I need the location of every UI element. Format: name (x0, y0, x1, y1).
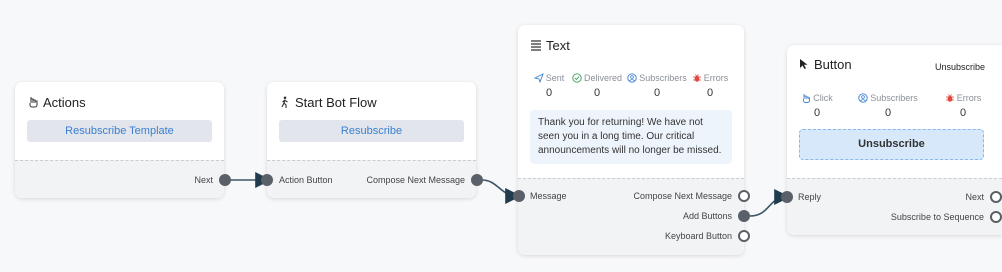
keyboard-button-label: Keyboard Button (664, 231, 732, 241)
message-port-label: Message (530, 191, 567, 201)
bug-icon (692, 74, 701, 82)
button-next-port[interactable] (990, 191, 1002, 203)
text-compose-next-label: Compose Next Message (633, 191, 732, 201)
unsubscribe-button[interactable]: Unsubscribe (799, 129, 984, 160)
stat-button-subscribers: Subscribers 0 (853, 93, 923, 119)
stat-button-errors: Errors 0 (928, 93, 998, 119)
actions-title: Actions (27, 95, 86, 110)
start-bot-flow-node[interactable]: Start Bot Flow Resubscribe Action Button… (267, 82, 476, 198)
button-title-text: Button (814, 57, 852, 72)
actions-title-text: Actions (43, 95, 86, 110)
subscribe-to-sequence-label: Subscribe to Sequence (890, 212, 984, 222)
start-compose-next-port[interactable] (471, 174, 483, 186)
click-hand-icon (803, 94, 811, 103)
button-title: Button (798, 57, 852, 72)
start-bot-flow-title-text: Start Bot Flow (295, 95, 377, 110)
button-ports-area (787, 178, 1002, 235)
text-compose-next-port[interactable] (738, 190, 750, 202)
user-circle-icon (627, 73, 637, 83)
check-circle-icon (572, 73, 582, 83)
walking-person-icon (281, 96, 288, 108)
text-keyboard-button-port[interactable] (738, 230, 750, 242)
actions-next-port[interactable] (219, 174, 231, 186)
resubscribe-button[interactable]: Resubscribe (279, 120, 464, 142)
start-bot-flow-title: Start Bot Flow (279, 95, 377, 110)
text-title: Text (530, 38, 570, 53)
hand-pointer-icon (29, 97, 38, 108)
bug-icon (945, 94, 954, 102)
actions-next-label: Next (194, 175, 213, 185)
actions-ports-area (15, 160, 224, 198)
text-node[interactable]: Text Sent 0 Delivered 0 Subscribers 0 Error… (518, 25, 744, 255)
cursor-icon (800, 59, 808, 69)
start-action-button-port[interactable] (261, 174, 273, 186)
start-compose-next-label: Compose Next Message (366, 175, 465, 185)
user-circle-icon (858, 93, 868, 103)
message-text-box[interactable]: Thank you for returning! We have not see… (530, 110, 732, 164)
add-buttons-label: Add Buttons (682, 211, 732, 221)
text-message-port[interactable] (513, 190, 525, 202)
resubscribe-template-button[interactable]: Resubscribe Template (27, 120, 212, 142)
stat-click: Click 0 (787, 93, 852, 119)
text-add-buttons-port[interactable] (738, 210, 750, 222)
reply-port-label: Reply (798, 192, 822, 202)
button-node[interactable]: Button Unsubscribe Click 0 Subscribers 0 E… (787, 45, 1002, 235)
actions-node[interactable]: Actions Resubscribe Template Next (15, 82, 224, 198)
unsubscribe-chip: Unsubscribe (935, 62, 986, 72)
button-reply-port[interactable] (781, 191, 793, 203)
lines-icon (531, 40, 541, 51)
send-icon (533, 73, 544, 83)
button-subscribe-sequence-port[interactable] (990, 211, 1002, 223)
action-button-port-label: Action Button (279, 175, 333, 185)
text-title-text: Text (546, 38, 570, 53)
stat-errors: Errors 0 (675, 73, 744, 99)
button-next-label: Next (965, 192, 984, 202)
